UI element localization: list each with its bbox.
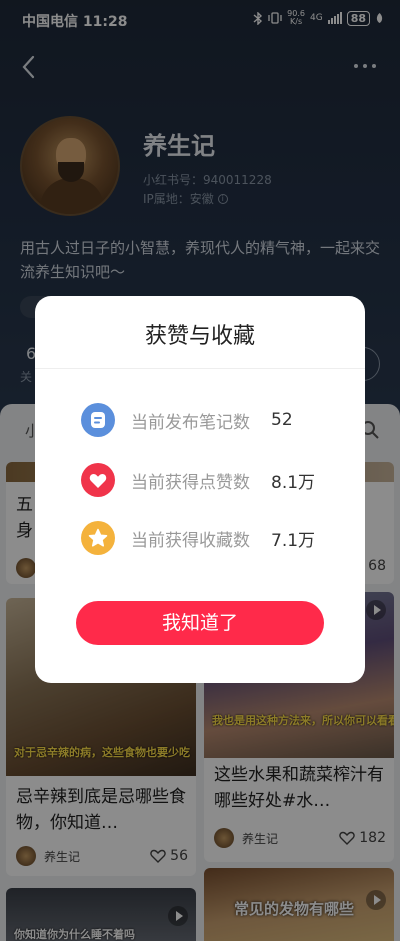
row-label: 当前获得收藏数 [131,530,250,551]
collections-count-row: 当前获得收藏数 7.1万 [81,520,331,556]
row-value: 52 [271,410,293,430]
notes-count-row: 当前发布笔记数 52 [81,402,331,438]
star-icon [81,521,115,555]
heart-icon [81,463,115,497]
got-it-button[interactable]: 我知道了 [76,601,324,645]
note-icon [81,403,115,437]
row-value: 8.1万 [271,472,316,493]
divider [35,368,365,369]
row-label: 当前获得点赞数 [131,472,250,493]
row-value: 7.1万 [271,530,316,551]
likes-count-row: 当前获得点赞数 8.1万 [81,462,331,498]
row-label: 当前发布笔记数 [131,412,250,433]
dialog-title: 获赞与收藏 [144,324,255,349]
likes-collections-dialog: 获赞与收藏 当前发布笔记数 52 当前获得点赞数 8.1万 当前获得收藏数 7.… [35,296,365,683]
